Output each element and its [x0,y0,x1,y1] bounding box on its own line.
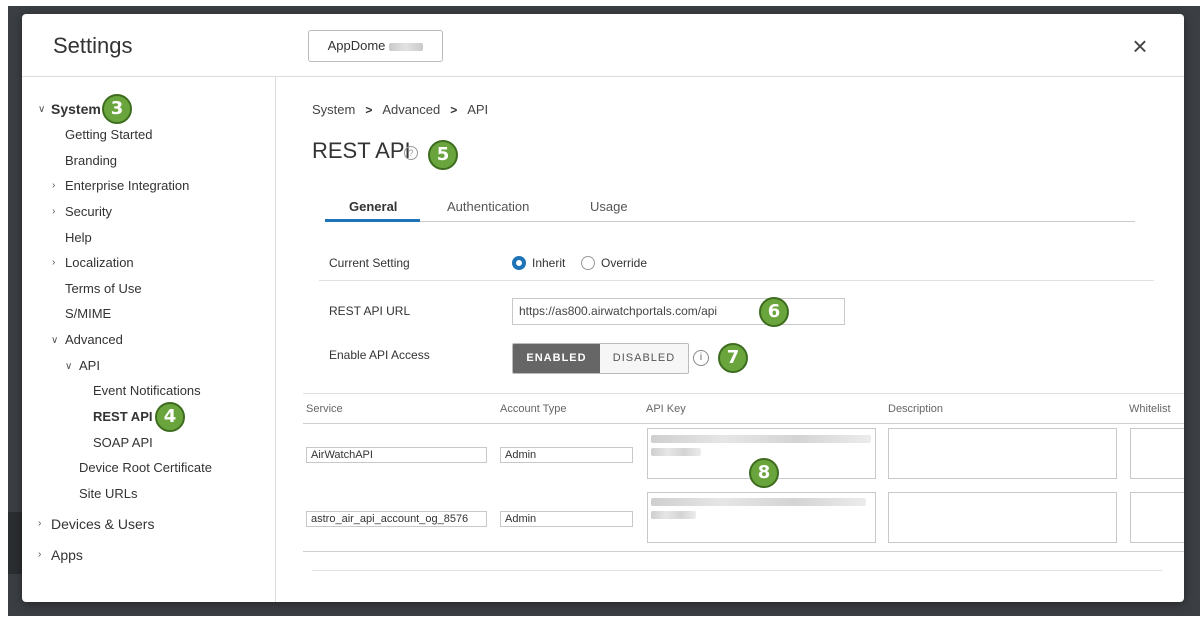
chevron-right-icon: > [450,102,458,117]
breadcrumb-item: API [467,102,489,117]
backdrop-strip [8,512,22,574]
current-setting-label: Current Setting [329,256,410,270]
redacted-api-key [651,498,866,506]
chevron-right-icon: › [38,518,42,529]
table-header-divider [303,423,1184,424]
settings-modal: Settings AppDome × ∨ System Getting Star… [22,14,1184,602]
sidebar-item-rest-api[interactable]: REST API [93,409,152,424]
table-top-border [303,393,1184,394]
sidebar-item-system[interactable]: System [51,101,101,117]
help-icon[interactable]: ? [404,146,418,160]
sidebar-item-branding[interactable]: Branding [65,153,117,168]
annotation-badge: 7 [718,343,748,373]
sidebar-item-advanced[interactable]: Advanced [65,332,123,347]
annotation-badge: 5 [428,140,458,170]
enabled-button[interactable]: ENABLED [513,344,600,373]
column-header-account-type: Account Type [500,403,567,415]
annotation-badge: 6 [759,297,789,327]
chevron-right-icon: › [52,180,56,191]
breadcrumb-item[interactable]: System [312,102,355,117]
active-tab-indicator [325,219,420,222]
whitelist-field[interactable] [1130,428,1184,479]
divider [319,280,1154,281]
sidebar-item-smime[interactable]: S/MIME [65,306,111,321]
account-type-field[interactable]: Admin [500,511,633,527]
account-type-field[interactable]: Admin [500,447,633,463]
annotation-badge: 4 [155,402,185,432]
settings-sidebar: ∨ System Getting Started Branding › Ente… [22,77,276,602]
column-header-description: Description [888,403,944,415]
sidebar-item-localization[interactable]: Localization [65,255,134,270]
redacted-api-key [651,511,696,519]
chevron-down-icon: ∨ [38,104,46,115]
close-icon[interactable]: × [1128,33,1152,59]
api-key-field[interactable] [647,492,876,543]
tab-bar: General Authentication Usage [325,197,1135,222]
page-title: REST API [312,138,411,163]
sidebar-item-event-notifications[interactable]: Event Notifications [93,383,201,398]
sidebar-item-apps[interactable]: Apps [51,547,83,563]
whitelist-field[interactable] [1130,492,1184,543]
redacted-api-key [651,435,871,443]
info-icon[interactable]: i [693,350,709,366]
description-field[interactable] [888,492,1117,543]
chevron-right-icon: › [38,549,42,560]
service-field[interactable]: AirWatchAPI [306,447,487,463]
organization-button-label: AppDome [327,38,386,53]
override-radio-label: Override [601,256,648,270]
chevron-down-icon: ∨ [51,335,59,346]
redacted-api-key [651,448,701,456]
override-radio[interactable] [581,256,595,270]
sidebar-item-device-root-certificate[interactable]: Device Root Certificate [79,460,212,475]
sidebar-item-enterprise-integration[interactable]: Enterprise Integration [65,178,189,193]
divider [312,570,1162,571]
rest-api-url-label: REST API URL [329,304,411,318]
column-header-whitelist: Whitelist [1129,403,1171,415]
table-bottom-border [303,551,1184,552]
sidebar-item-devices-users[interactable]: Devices & Users [51,516,154,532]
description-field[interactable] [888,428,1117,479]
sidebar-item-help[interactable]: Help [65,230,92,245]
disabled-button[interactable]: DISABLED [600,344,688,373]
api-access-toggle: ENABLED DISABLED [512,343,689,374]
inherit-radio[interactable] [512,256,526,270]
breadcrumb: System > Advanced > API [312,102,488,117]
inherit-radio-label: Inherit [532,256,566,270]
organization-button[interactable]: AppDome [308,30,443,62]
redacted-org-suffix [389,42,424,51]
column-header-api-key: API Key [646,403,686,415]
tab-authentication[interactable]: Authentication [447,199,529,214]
sidebar-item-getting-started[interactable]: Getting Started [65,127,152,142]
column-header-service: Service [306,403,343,415]
modal-title: Settings [53,33,133,58]
chevron-right-icon: › [52,257,56,268]
tab-usage[interactable]: Usage [590,199,628,214]
rest-api-url-field[interactable]: https://as800.airwatchportals.com/api [512,298,845,325]
chevron-right-icon: › [52,206,56,217]
enable-api-access-label: Enable API Access [329,348,430,362]
sidebar-item-site-urls[interactable]: Site URLs [79,486,138,501]
sidebar-item-security[interactable]: Security [65,204,112,219]
annotation-badge: 8 [749,458,779,488]
service-field[interactable]: astro_air_api_account_og_8576 [306,511,487,527]
breadcrumb-item[interactable]: Advanced [382,102,440,117]
sidebar-item-terms-of-use[interactable]: Terms of Use [65,281,142,296]
tab-general[interactable]: General [349,199,397,214]
annotation-badge: 3 [102,94,132,124]
chevron-right-icon: > [365,102,373,117]
modal-header: Settings AppDome × [22,14,1184,77]
sidebar-item-soap-api[interactable]: SOAP API [93,435,153,450]
sidebar-item-api[interactable]: API [79,358,100,373]
chevron-down-icon: ∨ [65,361,73,372]
